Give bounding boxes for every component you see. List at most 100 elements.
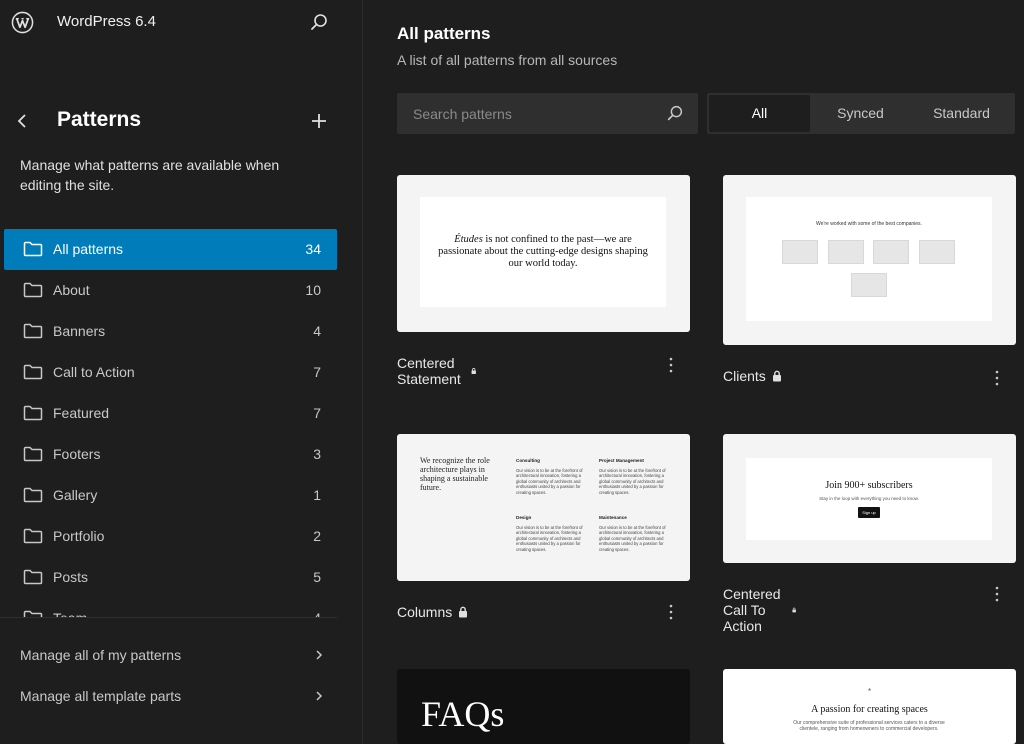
client-logo-placeholder (873, 240, 909, 264)
preview-cta-button: Sign up (858, 507, 880, 518)
preview-content: Études is not confined to the past—we ar… (420, 197, 666, 307)
category-label: About (53, 282, 90, 298)
preview-column: Project Management Our vision is to be at… (599, 458, 667, 496)
category-item[interactable]: Footers 3 (4, 434, 337, 475)
category-item[interactable]: Posts 5 (4, 557, 337, 598)
category-item[interactable]: Featured 7 (4, 393, 337, 434)
client-logo-placeholder (851, 273, 887, 297)
pattern-preview[interactable]: * A passion for creating spaces Our comp… (723, 669, 1016, 744)
category-label: Gallery (53, 487, 98, 503)
category-count: 34 (305, 241, 321, 257)
preview-services-subtitle: Our comprehensive suite of professional … (793, 720, 945, 732)
more-vertical-icon (995, 586, 999, 602)
preview-column: Maintenance Our vision is to be at the fo… (599, 515, 667, 553)
category-label: Call to Action (53, 364, 135, 380)
preview-column: Design Our vision is to be at the forefro… (516, 515, 584, 553)
category-label: All patterns (53, 241, 124, 257)
preview-column-title: Consulting (516, 458, 540, 463)
manage-template-parts-link[interactable]: Manage all template parts (0, 677, 340, 717)
search-icon[interactable] (665, 103, 685, 123)
preview-columns-heading: We recognize the role architecture plays… (420, 456, 490, 492)
preview-column: Consulting Our vision is to be at the for… (516, 458, 584, 496)
category-item[interactable]: Call to Action 7 (4, 352, 337, 393)
filter-standard[interactable]: Standard (911, 95, 1012, 132)
preview-services-title: A passion for creating spaces (811, 704, 928, 715)
folder-icon (23, 322, 43, 340)
category-count: 4 (313, 610, 321, 617)
wordpress-logo-icon[interactable] (11, 11, 34, 34)
preview-cta-title: Join 900+ subscribers (825, 480, 913, 491)
preview-content: We're worked with some of the best compa… (746, 197, 992, 321)
category-item[interactable]: All patterns 34 (4, 229, 337, 270)
category-list: All patterns 34 About 10 Banners 4 Call to Act… (4, 229, 337, 617)
more-options-button[interactable] (993, 369, 1001, 387)
manage-patterns-label: Manage all of my patterns (20, 647, 182, 663)
folder-icon (23, 445, 43, 463)
category-count: 10 (305, 282, 321, 298)
more-vertical-icon (669, 604, 673, 620)
category-count: 7 (313, 405, 321, 421)
category-item[interactable]: Team 4 (4, 598, 337, 617)
client-logo-placeholder (828, 240, 864, 264)
lock-icon (459, 606, 468, 618)
search-box (397, 93, 698, 134)
main-subtitle: A list of all patterns from all sources (397, 52, 618, 68)
pattern-preview[interactable]: FAQs (397, 669, 690, 744)
lock-icon (792, 607, 797, 613)
category-label: Featured (53, 405, 110, 421)
category-item[interactable]: Banners 4 (4, 311, 337, 352)
pattern-preview[interactable]: Join 900+ subscribers Stay in the loop w… (723, 434, 1016, 563)
pattern-title: Columns (397, 604, 453, 620)
filter-synced[interactable]: Synced (810, 95, 911, 132)
pattern-name: Clients (723, 368, 782, 384)
folder-icon (23, 568, 43, 586)
more-options-button[interactable] (667, 603, 675, 621)
search-input[interactable] (397, 93, 657, 134)
preview-statement-text: Études is not confined to the past—we ar… (438, 234, 648, 270)
site-title[interactable]: WordPress 6.4 (57, 13, 156, 30)
category-item[interactable]: About 10 (4, 270, 337, 311)
preview-column-text: Our vision is to be at the forefront of … (599, 467, 666, 495)
pattern-preview[interactable]: Études is not confined to the past—we ar… (397, 175, 690, 332)
category-item[interactable]: Portfolio 2 (4, 516, 337, 557)
preview-cta-subtitle: Stay in the loop with everything you nee… (819, 496, 919, 501)
more-options-button[interactable] (667, 356, 675, 374)
category-item[interactable]: Gallery 1 (4, 475, 337, 516)
preview-statement-em: Études (454, 234, 483, 245)
preview-column-text: Our vision is to be at the forefront of … (516, 467, 583, 495)
category-label: Banners (53, 323, 106, 339)
pattern-preview[interactable]: We're worked with some of the best compa… (723, 175, 1016, 345)
sidebar-description: Manage what patterns are available when … (20, 157, 280, 193)
pattern-name: Centered Call To Action (723, 586, 797, 634)
main-content: All patterns A list of all patterns from… (362, 0, 1024, 744)
filter-all[interactable]: All (709, 95, 810, 132)
folder-icon (23, 609, 43, 617)
pattern-title: Centered Statement (397, 355, 461, 387)
manage-patterns-link[interactable]: Manage all of my patterns (0, 636, 340, 676)
page-title: Patterns (57, 108, 142, 131)
preview-column-title: Maintenance (599, 515, 627, 520)
category-count: 2 (313, 528, 321, 544)
pattern-preview[interactable]: We recognize the role architecture plays… (397, 434, 690, 581)
back-button[interactable] (12, 110, 34, 132)
category-count: 7 (313, 364, 321, 380)
add-pattern-button[interactable] (307, 109, 331, 133)
preview-column-title: Project Management (599, 458, 644, 463)
folder-icon (23, 363, 43, 381)
more-options-button[interactable] (993, 585, 1001, 603)
preview-faqs-title: FAQs (421, 694, 505, 734)
lock-icon (471, 368, 477, 374)
category-count: 1 (313, 487, 321, 503)
search-icon[interactable] (308, 11, 330, 33)
folder-icon (23, 527, 43, 545)
chevron-right-icon (312, 648, 326, 662)
preview-column-text: Our vision is to be at the forefront of … (599, 524, 666, 552)
chevron-left-icon (17, 114, 26, 128)
category-label: Posts (53, 569, 89, 585)
folder-icon (23, 240, 43, 258)
pattern-title: Centered Call To Action (723, 586, 781, 634)
client-logo-placeholder (782, 240, 818, 264)
category-count: 3 (313, 446, 321, 462)
main-title: All patterns (397, 24, 491, 43)
folder-icon (23, 486, 43, 504)
